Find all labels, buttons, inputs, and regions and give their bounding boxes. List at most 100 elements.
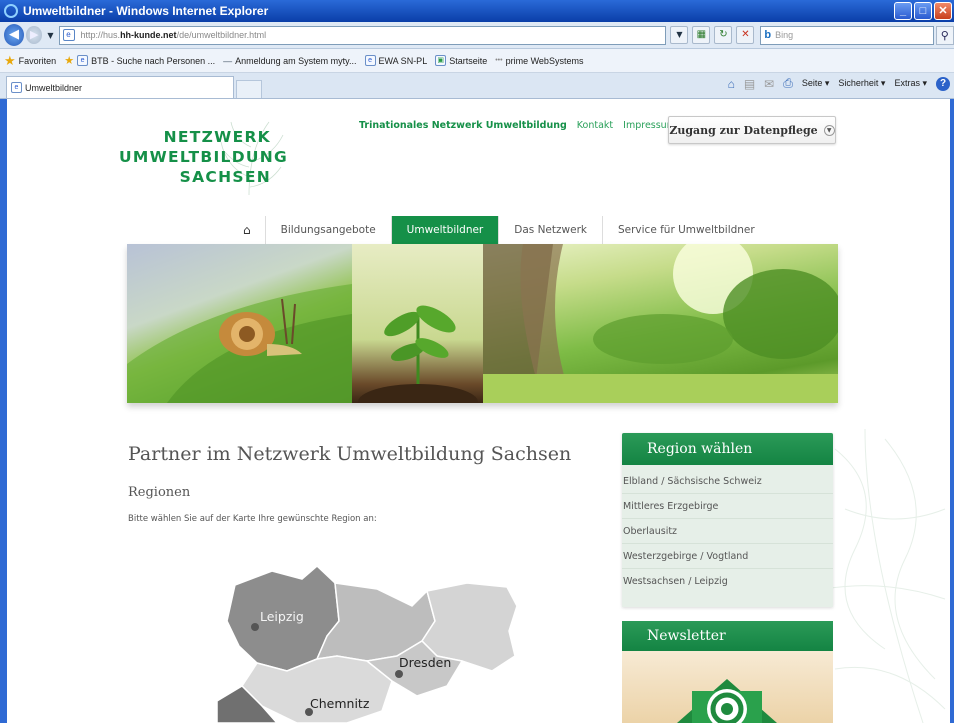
section-title: Regionen [128,485,191,500]
favorite-item[interactable]: — Anmeldung am System myty... [223,56,356,66]
window-frame-left [0,99,7,723]
star-icon: ★ [4,52,16,68]
kontakt-link[interactable]: Kontakt [577,120,613,131]
search-icon[interactable]: ⚲ [935,25,954,45]
site-logo[interactable]: NETZWERK UMWELTBILDUNG SACHSEN [119,117,289,199]
newsletter-title: Newsletter [647,628,726,644]
trinational-network-link[interactable]: Trinationales Netzwerk Umweltbildung [359,120,567,131]
safety-menu[interactable]: Sicherheit ▾ [838,78,885,89]
region-item-oberlausitz[interactable]: Oberlausitz [622,519,833,544]
main-navigation: ⌂ Bildungsangebote Umweltbildner Das Net… [229,216,770,244]
search-input[interactable]: b Bing [760,25,934,45]
favorites-label: Favoriten [18,55,57,66]
nav-item-bildungsangebote[interactable]: Bildungsangebote [266,216,392,244]
data-maintenance-login-button[interactable]: Zugang zur Datenpflege ▼ [668,116,836,144]
region-item-elbland[interactable]: Elbland / Sächsische Schweiz [622,469,833,494]
page-viewport: NETZWERK UMWELTBILDUNG SACHSEN Trination… [7,99,950,723]
favorite-item[interactable]: ••• prime WebSystems [495,56,583,66]
mail-icon[interactable]: ✉ [764,77,774,91]
favorite-label: Anmeldung am System myty... [235,55,357,66]
page-icon: e [62,29,75,41]
chevron-down-icon: ▼ [823,124,835,136]
map-label-chemnitz: Chemnitz [310,696,370,711]
map-label-dresden: Dresden [399,655,452,670]
link-icon: ••• [495,57,503,64]
home-icon[interactable]: ⌂ [728,77,735,91]
url-dropdown-icon[interactable]: ▼ [670,26,689,44]
tools-menu[interactable]: Extras ▾ [894,78,927,89]
nav-label: Bildungsangebote [280,224,376,236]
page-menu-label: Seite [801,78,823,88]
nav-label: Service für Umweltbildner [617,224,755,236]
url-prefix: http://hus. [80,30,121,40]
add-favorite-icon: ★ [64,55,75,67]
webslice-icon: ▣ [435,55,447,66]
region-map [217,564,518,723]
help-icon[interactable]: ? [936,76,950,91]
region-item-westerzgebirge[interactable]: Westerzgebirge / Vogtland [622,544,833,569]
compatibility-icon[interactable]: ▦ [692,26,711,44]
newsletter-panel[interactable]: Newsletter [622,621,833,723]
bing-icon: b [764,29,772,41]
home-icon: ⌂ [243,223,251,237]
maximize-icon[interactable]: □ [914,2,932,20]
ie-logo-icon [4,4,18,18]
logo-line-1: NETZWERK [163,128,271,146]
link-icon: — [223,55,233,66]
feeds-icon[interactable]: ▤ [744,77,755,91]
tab-label: Umweltbildner [25,82,83,93]
window-titlebar: Umweltbildner - Windows Internet Explore… [0,0,954,22]
window-frame-right [950,99,954,723]
new-tab-button[interactable] [236,80,262,98]
leipzig-marker[interactable] [251,623,259,631]
print-icon[interactable]: ⎙ [783,76,793,91]
stop-icon[interactable]: ✕ [736,26,755,44]
background-ornament [825,429,946,723]
region-panel-title: Region wählen [647,441,753,457]
map-label-leipzig: Leipzig [260,609,304,624]
region-item-mittleres-erzgebirge[interactable]: Mittleres Erzgebirge [622,494,833,519]
logo-line-3: SACHSEN [179,168,271,186]
window-title: Umweltbildner - Windows Internet Explore… [23,4,269,18]
page-menu[interactable]: Seite ▾ [802,78,830,89]
favorite-item[interactable]: ★ e BTB - Suche nach Personen ... [64,54,215,67]
envelope-at-icon [677,679,777,723]
dresden-marker[interactable] [395,670,403,678]
page-title: Partner im Netzwerk Umweltbildung Sachse… [128,443,572,465]
favorites-button[interactable]: ★ Favoriten [4,53,56,69]
favorite-item[interactable]: e EWA SN-PL [364,55,428,66]
tools-menu-label: Extras [894,78,920,88]
back-button[interactable]: ◀ [4,24,24,46]
command-bar: ⌂ ▤ ✉ ⎙ Seite ▾ Sicherheit ▾ Extras ▾ ? [728,76,950,91]
tab-umweltbildner[interactable]: e Umweltbildner [6,76,234,98]
favorite-label: BTB - Suche nach Personen ... [91,55,216,66]
favorite-label: Startseite [449,55,488,66]
nav-item-service[interactable]: Service für Umweltbildner [603,216,770,244]
region-list: Elbland / Sächsische Schweiz Mittleres E… [622,465,833,594]
login-button-label: Zugang zur Datenpflege [669,123,818,137]
favorite-item[interactable]: ▣ Startseite [435,55,487,66]
favorite-label: EWA SN-PL [378,55,428,66]
newsletter-header: Newsletter [622,621,833,651]
minimize-icon[interactable]: _ [894,2,912,20]
url-host: hh-kunde.net [120,30,177,40]
region-item-westsachsen[interactable]: Westsachsen / Leipzig [622,569,833,594]
nav-item-das-netzwerk[interactable]: Das Netzwerk [499,216,603,244]
logo-line-2: UMWELTBILDUNG [119,148,289,166]
close-icon[interactable]: ✕ [934,2,952,20]
page-icon: e [77,55,89,66]
page-icon: e [364,55,376,66]
nav-label: Umweltbildner [406,224,484,236]
refresh-icon[interactable]: ↻ [714,26,733,44]
window-controls: _ □ ✕ [894,2,952,20]
url-field[interactable]: e http://hus. hh-kunde.net/de/umweltbildn… [58,25,667,45]
history-dropdown-icon[interactable]: ▼ [47,31,53,40]
address-bar: ◀ ▶ ▼ e http://hus. hh-kunde.net/de/umwel… [0,22,954,49]
address-actions: ▼ ▦ ↻ ✕ [670,26,755,44]
home-button[interactable]: ⌂ [229,216,266,244]
favorites-bar: ★ Favoriten ★ e BTB - Suche nach Persone… [0,49,954,73]
nav-item-umweltbildner[interactable]: Umweltbildner [391,216,500,244]
url-path: /de/umweltbildner.html [176,30,267,40]
tree-park-image [483,244,838,403]
forward-button[interactable]: ▶ [26,26,43,44]
